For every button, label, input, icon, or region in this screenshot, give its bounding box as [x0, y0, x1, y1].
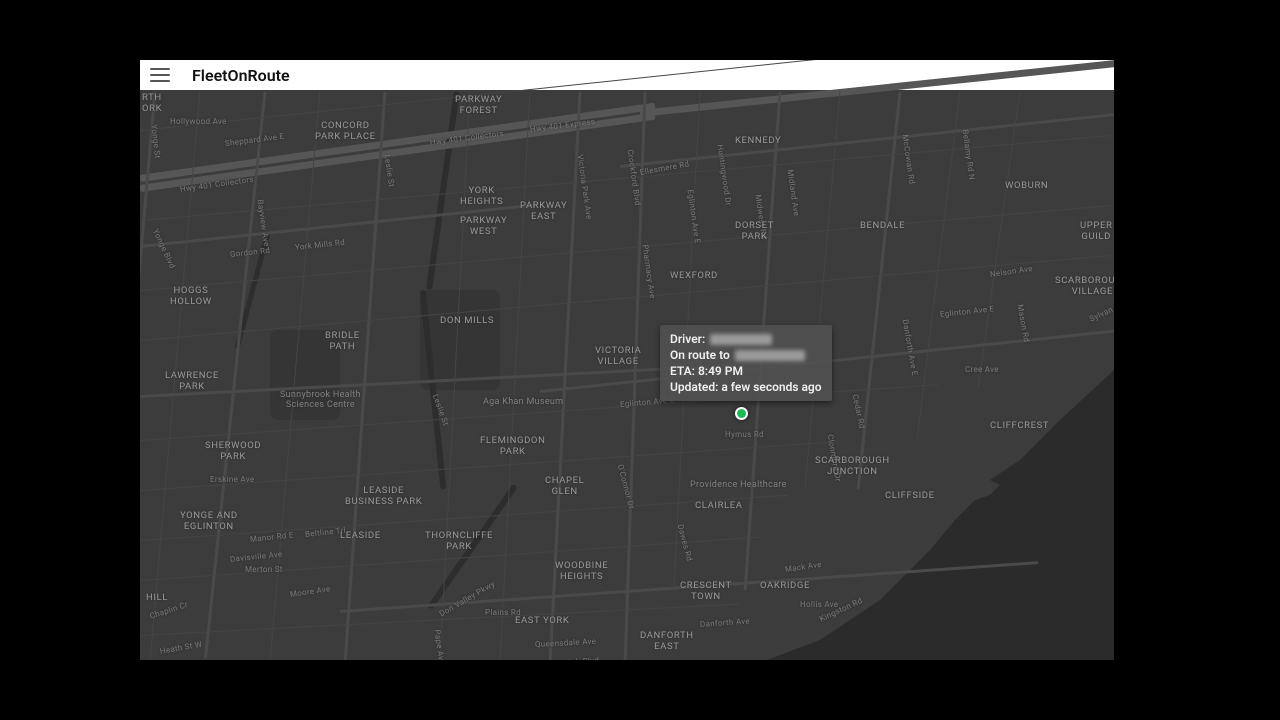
road-label: Leslie St — [383, 154, 396, 188]
poi-label: Providence Healthcare — [690, 480, 787, 490]
district-label: PARKWAY FOREST — [455, 94, 502, 116]
district-label: UPPER GUILD — [1080, 220, 1112, 242]
vehicle-marker[interactable] — [735, 407, 748, 420]
district-label: WOODBINE HEIGHTS — [555, 560, 608, 582]
road-label: Kingston Rd — [818, 596, 864, 624]
road-label: Sheppard Ave E — [224, 132, 284, 148]
road-label: Eglinton Ave E — [940, 304, 995, 319]
district-label: CLIFFSIDE — [885, 490, 935, 501]
district-label: FLEMINGDON PARK — [480, 435, 545, 457]
app-frame: FleetOnRoute — [140, 60, 1114, 660]
poi-label: Aga Khan Museum — [483, 397, 563, 407]
popup-eta-label: ETA: — [670, 364, 695, 378]
road-label: Mack Ave — [784, 560, 822, 574]
park-area — [270, 330, 340, 420]
road-label: Heath St W — [159, 640, 203, 656]
road-label: Davisville Ave — [230, 550, 283, 564]
district-label: WEXFORD — [670, 270, 718, 281]
vehicle-popup: Driver: On route to ETA: 8:49 PM Updated… — [660, 325, 832, 401]
popup-updated-label: Updated: — [670, 380, 718, 394]
district-label: CHAPEL GLEN — [545, 475, 584, 497]
district-label: HILL — [146, 592, 168, 603]
popup-route-label: On route to — [670, 348, 730, 362]
district-label: HOGGS HOLLOW — [170, 285, 212, 307]
popup-updated-value: a few seconds ago — [721, 380, 821, 394]
menu-icon[interactable] — [150, 68, 170, 82]
popup-eta-value: 8:49 PM — [698, 364, 743, 378]
road-label: Danforth Ave — [700, 617, 750, 629]
redacted-destination — [735, 350, 805, 361]
road-label: Sylvan Ave — [1088, 298, 1114, 324]
district-label: SCARBOROUGH VILLAGE — [1055, 275, 1114, 297]
road-label: Danforth Ave E — [901, 319, 920, 377]
road-label: Mason Rd — [1016, 304, 1032, 343]
road-label: Queensdale Ave — [535, 637, 597, 649]
district-label: CLIFFCREST — [990, 420, 1049, 431]
road-label: Hollis Ave — [800, 600, 838, 609]
road — [140, 203, 538, 248]
road-label: Midwest Rd — [754, 194, 769, 240]
river — [427, 484, 518, 610]
popup-driver-label: Driver: — [670, 332, 705, 346]
district-label: WOBURN — [1005, 180, 1048, 191]
road-label: Bellamy Rd N — [961, 129, 977, 181]
district-label: DANFORTH EAST — [640, 630, 694, 652]
road-label: Nelson Ave — [989, 264, 1033, 279]
road-label: McCowan Rd — [901, 134, 917, 185]
district-label: SCARBOROUGH JUNCTION — [815, 455, 890, 477]
road-label: Hymus Rd — [725, 430, 764, 439]
district-label: PARKWAY WEST — [460, 215, 507, 237]
road-label: Moore Ave — [289, 584, 331, 599]
road-label: Midland Ave — [786, 169, 801, 217]
road — [344, 91, 387, 660]
road-label: Victoria Park Ave — [576, 154, 594, 220]
redacted-driver — [710, 334, 772, 345]
district-label: CONCORD PARK PLACE — [315, 120, 376, 142]
district-label: LEASIDE — [340, 530, 381, 541]
district-label: SHERWOOD PARK — [205, 440, 261, 462]
road — [857, 91, 902, 489]
district-label: EAST YORK — [515, 615, 569, 626]
river — [426, 91, 460, 290]
road-label: Yonge Blvd — [151, 228, 177, 270]
road-label: Pharmacy Ave — [641, 244, 658, 299]
district-label: YONGE AND EGLINTON — [180, 510, 238, 532]
road-label: Cree Ave — [965, 365, 999, 374]
map-canvas[interactable]: Hwy 401 Express Hwy 401 Collectors Hwy 4… — [140, 90, 1114, 660]
road-label: York Mills Rd — [295, 238, 346, 252]
app-title: FleetOnRoute — [192, 66, 290, 85]
